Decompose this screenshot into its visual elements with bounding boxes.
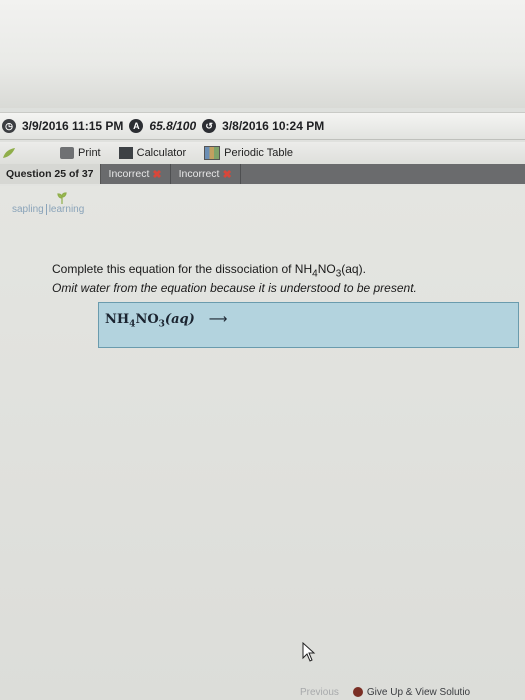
question-tabs-bar: Question 25 of 37 Incorrect ✖ Incorrect … [0,164,525,184]
incorrect-x-icon: ✖ [152,168,162,181]
equation-formula: NH4NO3(aq) ⟶ [105,312,228,330]
calculator-label: Calculator [136,147,187,159]
sapling-leaf-icon [3,148,15,158]
question-prompt: Complete this equation for the dissociat… [52,262,472,295]
sprout-icon [57,192,67,204]
score-value: 65.8/100 [149,119,197,133]
equation-answer-box[interactable]: NH4NO3(aq) ⟶ [98,302,519,348]
toolbar: Print Calculator Periodic Table [0,142,525,164]
previous-button[interactable]: Previous [300,687,339,698]
calculator-button[interactable]: Calculator [118,147,187,159]
question-counter-tab[interactable]: Question 25 of 37 [0,164,101,184]
prompt-line-1: Complete this equation for the dissociat… [52,262,366,280]
incorrect-x-icon: ✖ [222,168,232,181]
reaction-arrow: ⟶ [208,312,228,327]
clock-icon: ◷ [2,119,16,133]
attempt-tab-2[interactable]: Incorrect ✖ [171,164,241,184]
logo-word-sapling: sapling [12,204,44,215]
periodic-table-button[interactable]: Periodic Table [204,146,293,160]
due-date-icon: ↺ [202,119,217,133]
give-up-icon [352,687,363,697]
question-content: sapling learning Complete this equation … [0,186,525,700]
status-bar: ◷ 3/9/2016 11:15 PM A 65.8/100 ↺ 3/8/201… [0,112,525,140]
attempt-tab-1[interactable]: Incorrect ✖ [101,164,171,184]
score-icon: A [129,119,144,133]
logo-word-learning: learning [45,204,84,215]
screen-top-area [0,0,525,108]
attempt-label: Incorrect [108,168,150,180]
sapling-learning-logo: sapling learning [12,192,84,215]
printer-icon [60,147,74,159]
give-up-button[interactable]: Give Up & View Solutio [367,687,470,698]
footer-actions: Previous Give Up & View Solutio [300,684,525,700]
mouse-cursor-icon [302,642,316,662]
print-label: Print [78,147,101,159]
calculator-icon [118,147,133,159]
periodic-table-icon [204,146,221,160]
print-button[interactable]: Print [60,147,101,159]
current-date-time: 3/9/2016 11:15 PM [22,119,124,133]
prompt-line-2: Omit water from the equation because it … [52,281,417,296]
due-date-time: 3/8/2016 10:24 PM [222,119,325,133]
periodic-table-label: Periodic Table [224,147,294,159]
attempt-label: Incorrect [178,168,220,180]
